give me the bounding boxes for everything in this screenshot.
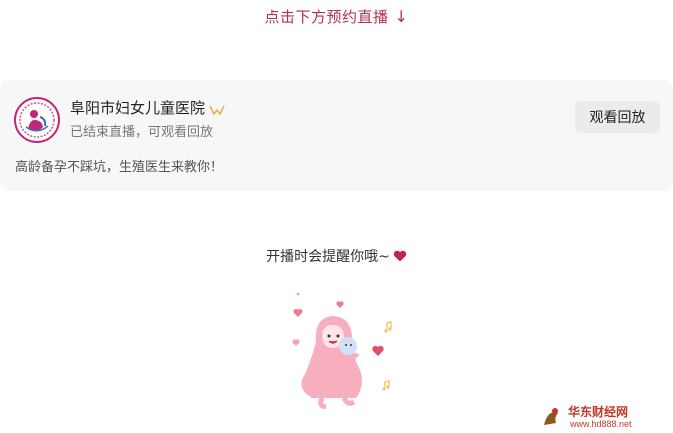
watermark-url: www.hd888.net (569, 419, 632, 429)
live-card[interactable]: 阜阳市妇女儿童医院 已结束直播，可观看回放 观看回放 高龄备孕不踩坑，生殖医生来… (0, 80, 673, 191)
cartoon-mascot-illustration (284, 284, 404, 410)
watch-replay-button[interactable]: 观看回放 (575, 101, 660, 133)
heart-icon (393, 250, 407, 262)
booking-hint-text: 点击下方预约直播 (264, 8, 389, 26)
org-name-text[interactable]: 阜阳市妇女儿童医院 (70, 97, 205, 118)
watermark-brand: 华东财经网 (568, 404, 628, 419)
reminder-text: 开播时会提醒你哦~ (266, 249, 390, 265)
live-description: 高龄备孕不踩坑，生殖医生来教你！ (15, 160, 224, 175)
site-watermark: 华东财经网 www.hd888.net (542, 403, 667, 429)
org-name[interactable]: 阜阳市妇女儿童医院 (70, 97, 225, 118)
booking-hint: 点击下方预约直播 ↓ (0, 6, 673, 27)
verified-badge-icon (209, 102, 225, 115)
arrow-down-icon: ↓ (394, 7, 409, 26)
live-status: 已结束直播，可观看回放 (70, 125, 214, 140)
reminder-message: 开播时会提醒你哦~ (0, 246, 673, 266)
hospital-logo-avatar[interactable] (14, 97, 60, 143)
